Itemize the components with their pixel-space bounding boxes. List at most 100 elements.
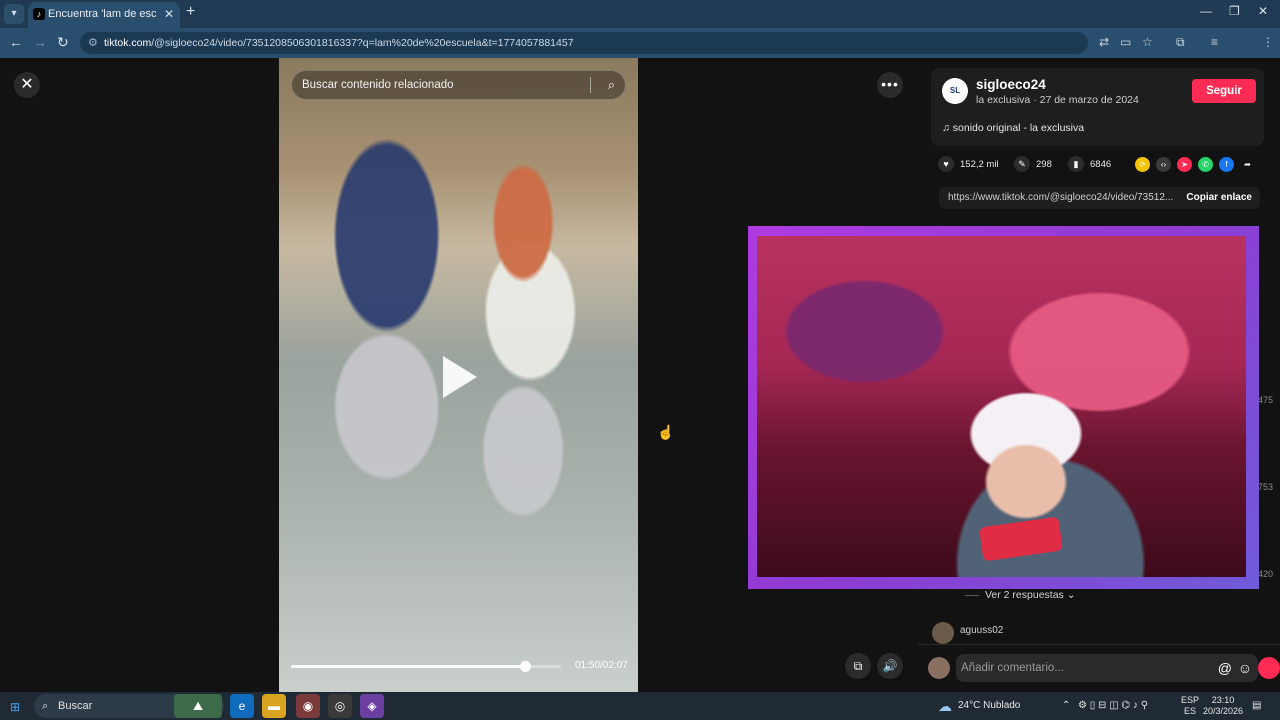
browser-tab-bar: ▾ ♪ Encuentra 'lam de escuela' en T ✕ + …	[0, 0, 1280, 28]
tray-status-icons[interactable]: ⚙ ▯ ⊟ ◫ ⌬ ♪ ⚲	[1078, 692, 1148, 720]
like-stat[interactable]: ♥ 152,2 mil	[938, 156, 999, 174]
twitch-icon[interactable]: ◈	[360, 694, 384, 718]
comment-count: 298	[1036, 159, 1052, 170]
tray-overflow-icon[interactable]: ⌃	[1062, 692, 1070, 720]
view-replies-button[interactable]: Ver 2 respuestas ⌄	[965, 589, 1076, 601]
microphone-image	[979, 516, 1063, 562]
post-comment-icon[interactable]	[1258, 657, 1280, 679]
back-arrow-icon[interactable]: ←	[9, 34, 23, 50]
bookmark-star-icon[interactable]: ☆	[1142, 35, 1153, 49]
maximize-button[interactable]: ❐	[1229, 4, 1240, 18]
taskbar-clock[interactable]: 23:10 20/3/2026	[1200, 695, 1246, 717]
tab-search-button[interactable]: ▾	[4, 4, 24, 24]
file-explorer-icon[interactable]: ▬	[262, 694, 286, 718]
tiktok-favicon-icon: ♪	[33, 8, 45, 20]
site-info-icon[interactable]: ⚙	[88, 32, 98, 54]
extensions-icon[interactable]: ⧉	[1176, 35, 1185, 50]
lang-bottom: ES	[1183, 706, 1196, 716]
new-tab-button[interactable]: +	[186, 3, 195, 21]
video-time: 01:50/02:07	[575, 660, 628, 671]
share-link-url: https://www.tiktok.com/@sigloeco24/video…	[948, 192, 1174, 203]
copy-link-button[interactable]: Copiar enlace	[1186, 187, 1252, 209]
url-path: /@sigloeco24/video/7351208506301816337?q…	[151, 37, 574, 49]
embed-icon[interactable]: ‹›	[1156, 157, 1171, 172]
more-options-button[interactable]: •••	[877, 72, 903, 98]
replies-divider	[965, 594, 979, 596]
taskbar-search-icon: ⌕	[42, 700, 49, 712]
tab-close-icon[interactable]: ✕	[164, 2, 174, 26]
whatsapp-icon[interactable]: ✆	[1198, 157, 1213, 172]
window-close-button[interactable]: ✕	[1258, 4, 1268, 18]
install-app-icon[interactable]: ▭	[1120, 35, 1131, 49]
video-progress-handle[interactable]	[519, 661, 531, 672]
mouse-cursor-icon: ☝	[657, 424, 675, 440]
related-search-input[interactable]: Buscar contenido relacionado ⌕	[291, 70, 626, 100]
translate-icon[interactable]: ⇄	[1099, 35, 1109, 49]
heart-icon: ♥	[938, 156, 954, 172]
author-card: SL sigloeco24 la exclusiva · 27 de marzo…	[931, 68, 1264, 146]
notifications-icon[interactable]: ▤	[1252, 692, 1261, 720]
windows-taskbar: ⊞ ⌕ Buscar ⛰ e ▬ ◉ ◎ ◈ ☁ 24°C Nublado ⌃ …	[0, 692, 1280, 720]
reload-icon[interactable]: ↻	[57, 34, 69, 51]
close-video-button[interactable]: ✕	[14, 72, 40, 98]
minimize-button[interactable]: —	[1200, 4, 1212, 18]
like-count: 152,2 mil	[960, 159, 999, 170]
search-icon[interactable]: ⌕	[608, 71, 615, 99]
side-count-1: 475	[1258, 395, 1274, 405]
share-repost-icon[interactable]: ⟳	[1135, 157, 1150, 172]
save-count: 6846	[1090, 159, 1112, 170]
user-avatar	[928, 657, 950, 679]
author-subtitle: la exclusiva · 27 de marzo de 2024	[976, 94, 1139, 106]
address-bar-row: ← → ↻ ⚙ tiktok.com/@sigloeco24/video/735…	[0, 28, 1280, 77]
author-avatar[interactable]: SL	[942, 78, 968, 104]
windows-start-icon[interactable]: ⊞	[10, 700, 20, 714]
tiktok-video-page: ✕ Buscar contenido relacionado ⌕ 01:50/0…	[0, 58, 1280, 692]
weather-label[interactable]: 24°C Nublado	[958, 692, 1020, 720]
comment-input[interactable]: Añadir comentario... @ ☺	[956, 654, 1258, 682]
volume-button[interactable]: 🔊	[877, 653, 903, 679]
save-stat[interactable]: ▮ 6846	[1068, 156, 1111, 174]
mention-icon[interactable]: @	[1218, 654, 1232, 682]
facebook-icon[interactable]: f	[1219, 157, 1234, 172]
share-link-box: https://www.tiktok.com/@sigloeco24/video…	[939, 187, 1260, 209]
follow-button[interactable]: Seguir	[1192, 79, 1256, 103]
related-search-placeholder: Buscar contenido relacionado	[302, 79, 454, 91]
share-arrow-icon[interactable]: ➦	[1240, 157, 1255, 172]
side-count-2: 753	[1258, 482, 1274, 492]
emoji-icon[interactable]: ☺	[1238, 654, 1252, 682]
author-name[interactable]: sigloeco24	[976, 77, 1046, 92]
clock-time: 23:10	[1211, 695, 1235, 705]
engagement-stats: ♥ 152,2 mil ✎ 298 ▮ 6846 ⟳ ‹› ➤ ✆ f ➦	[938, 156, 1268, 174]
video-player[interactable]: Buscar contenido relacionado ⌕ 01:50/02:…	[279, 58, 638, 692]
search-divider	[590, 77, 591, 93]
comment-avatar[interactable]	[932, 622, 954, 644]
side-count-3: 420	[1258, 569, 1274, 579]
forward-arrow-icon[interactable]: →	[33, 34, 47, 50]
play-icon[interactable]	[443, 356, 477, 398]
send-friends-icon[interactable]: ➤	[1177, 157, 1192, 172]
media-control-icon[interactable]: ≡	[1211, 35, 1218, 49]
widgets-icon[interactable]: ⛰	[174, 694, 222, 718]
comment-stat[interactable]: ✎ 298	[1014, 156, 1052, 174]
taskbar-search-label: Buscar	[58, 700, 93, 712]
bookmark-icon: ▮	[1068, 156, 1084, 172]
video-progress-bar[interactable]	[291, 661, 561, 672]
tab-title: Encuentra 'lam de escuela' en T	[48, 8, 156, 20]
obs-icon[interactable]: ◎	[328, 694, 352, 718]
weather-cloud-icon[interactable]: ☁	[938, 692, 952, 720]
comment-icon: ✎	[1014, 156, 1030, 172]
comment-username[interactable]: aguuss02	[960, 625, 1003, 636]
browser-menu-icon[interactable]: ⋮	[1262, 35, 1274, 49]
webcam-feed	[757, 236, 1246, 577]
webcam-overlay-frame	[748, 226, 1259, 589]
browser-tab[interactable]: ♪ Encuentra 'lam de escuela' en T ✕	[28, 2, 180, 28]
lang-top: ESP	[1180, 695, 1199, 705]
edge-icon[interactable]: e	[230, 694, 254, 718]
replies-label: Ver 2 respuestas ⌄	[985, 589, 1076, 601]
url-field[interactable]: ⚙ tiktok.com/@sigloeco24/video/735120850…	[80, 32, 1088, 54]
floating-player-button[interactable]: ⧉	[845, 653, 871, 679]
sound-link[interactable]: ♫ sonido original - la exclusiva	[942, 122, 1084, 134]
chrome-icon[interactable]: ◉	[296, 694, 320, 718]
comment-placeholder: Añadir comentario...	[961, 662, 1064, 674]
comment-compose-bar: Añadir comentario... @ ☺	[918, 644, 1280, 692]
